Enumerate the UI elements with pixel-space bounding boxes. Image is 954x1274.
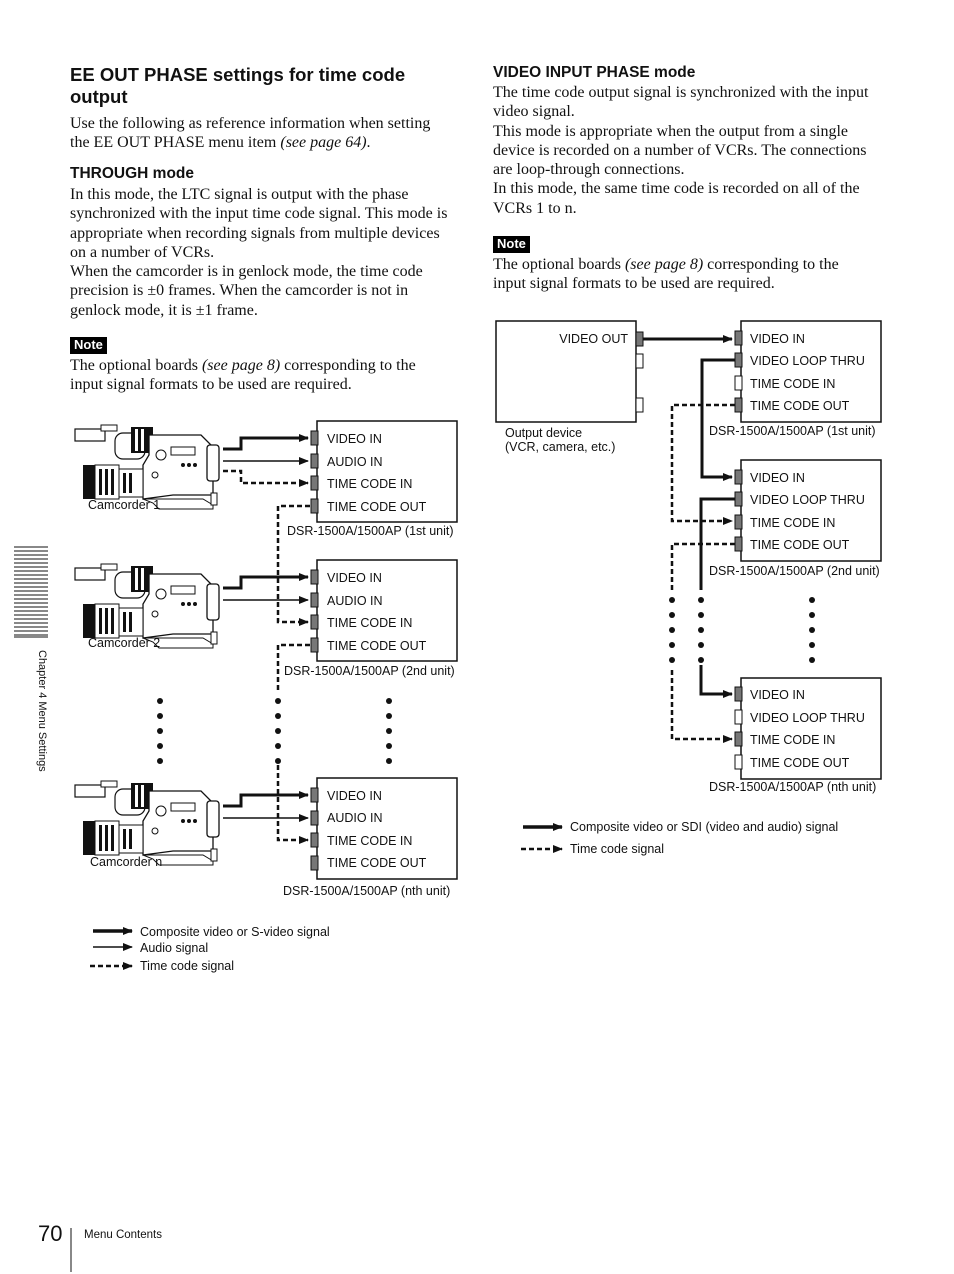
- legend-label: Composite video or S-video signal: [140, 925, 330, 939]
- connection-diagrams: Camcorder 1 Camcorder 2 Camcorder n VIDE…: [14, 320, 882, 1272]
- chapter-tab-stripes: [14, 546, 48, 638]
- port-label: AUDIO IN: [327, 594, 383, 608]
- continuation-dots: [157, 698, 392, 764]
- port-label: VIDEO LOOP THRU: [750, 354, 865, 368]
- unit-box-1: VIDEO IN AUDIO IN TIME CODE IN TIME CODE…: [310, 420, 458, 523]
- legend-through: Composite video or S-video signal Audio …: [90, 925, 330, 973]
- unit-box-n: VIDEO IN AUDIO IN TIME CODE IN TIME CODE…: [310, 777, 458, 880]
- camcorder-label: Camcorder 1: [88, 498, 160, 512]
- page-number: 70: [38, 1221, 63, 1246]
- legend-label: Time code signal: [570, 842, 664, 856]
- port-label: VIDEO IN: [750, 332, 805, 346]
- chapter-tab-label: Chapter 4 Menu Settings: [36, 650, 48, 772]
- unit-label: DSR-1500A/1500AP (1st unit): [287, 524, 454, 538]
- footer-section: Menu Contents: [84, 1229, 162, 1241]
- vip-video-connection: [643, 335, 735, 698]
- unit-label: DSR-1500A/1500AP (2nd unit): [709, 564, 880, 578]
- port-label: TIME CODE IN: [750, 516, 835, 530]
- port-label: TIME CODE IN: [327, 834, 412, 848]
- port-label: VIDEO IN: [327, 432, 382, 446]
- legend-label: Time code signal: [140, 959, 234, 973]
- legend-label: Composite video or SDI (video and audio)…: [570, 820, 838, 834]
- camcorder-n-icon: [74, 780, 220, 866]
- output-device-label: (VCR, camera, etc.): [505, 440, 615, 454]
- legend-label: Audio signal: [140, 941, 208, 955]
- camcorder-label: Camcorder n: [90, 855, 162, 869]
- legend-vip: Composite video or SDI (video and audio)…: [521, 820, 838, 856]
- video-connection: [223, 434, 309, 808]
- port-label: TIME CODE OUT: [327, 856, 427, 870]
- unit-label: DSR-1500A/1500AP (nth unit): [709, 780, 876, 794]
- port-label: TIME CODE OUT: [750, 399, 850, 413]
- port-label: AUDIO IN: [327, 455, 383, 469]
- port-label: TIME CODE OUT: [327, 500, 427, 514]
- port-label: TIME CODE OUT: [327, 639, 427, 653]
- unit-label: DSR-1500A/1500AP (2nd unit): [284, 664, 455, 678]
- port-label: VIDEO OUT: [559, 332, 628, 346]
- audio-connection: [223, 457, 309, 822]
- continuation-dots: [669, 597, 815, 663]
- camcorder-1-icon: [74, 424, 220, 510]
- port-label: VIDEO IN: [327, 789, 382, 803]
- port-label: TIME CODE OUT: [750, 756, 850, 770]
- unit-box-2: VIDEO IN AUDIO IN TIME CODE IN TIME CODE…: [310, 559, 458, 662]
- port-label: VIDEO IN: [327, 571, 382, 585]
- port-label: AUDIO IN: [327, 811, 383, 825]
- port-label: VIDEO LOOP THRU: [750, 493, 865, 507]
- output-device-box: VIDEO OUT: [495, 320, 644, 423]
- port-label: TIME CODE IN: [327, 616, 412, 630]
- port-label: TIME CODE IN: [750, 733, 835, 747]
- port-label: TIME CODE IN: [327, 477, 412, 491]
- port-label: TIME CODE OUT: [750, 538, 850, 552]
- vip-unit-box-n: VIDEO IN VIDEO LOOP THRU TIME CODE IN TI…: [734, 677, 882, 780]
- unit-label: DSR-1500A/1500AP (nth unit): [283, 884, 450, 898]
- unit-label: DSR-1500A/1500AP (1st unit): [709, 424, 876, 438]
- port-label: VIDEO LOOP THRU: [750, 711, 865, 725]
- vip-unit-box-2: VIDEO IN VIDEO LOOP THRU TIME CODE IN TI…: [734, 459, 882, 562]
- vip-unit-box-1: VIDEO IN VIDEO LOOP THRU TIME CODE IN TI…: [734, 320, 882, 423]
- port-label: TIME CODE IN: [750, 377, 835, 391]
- output-device-label: Output device: [505, 426, 582, 440]
- port-label: VIDEO IN: [750, 688, 805, 702]
- port-label: VIDEO IN: [750, 471, 805, 485]
- camcorder-label: Camcorder 2: [88, 636, 160, 650]
